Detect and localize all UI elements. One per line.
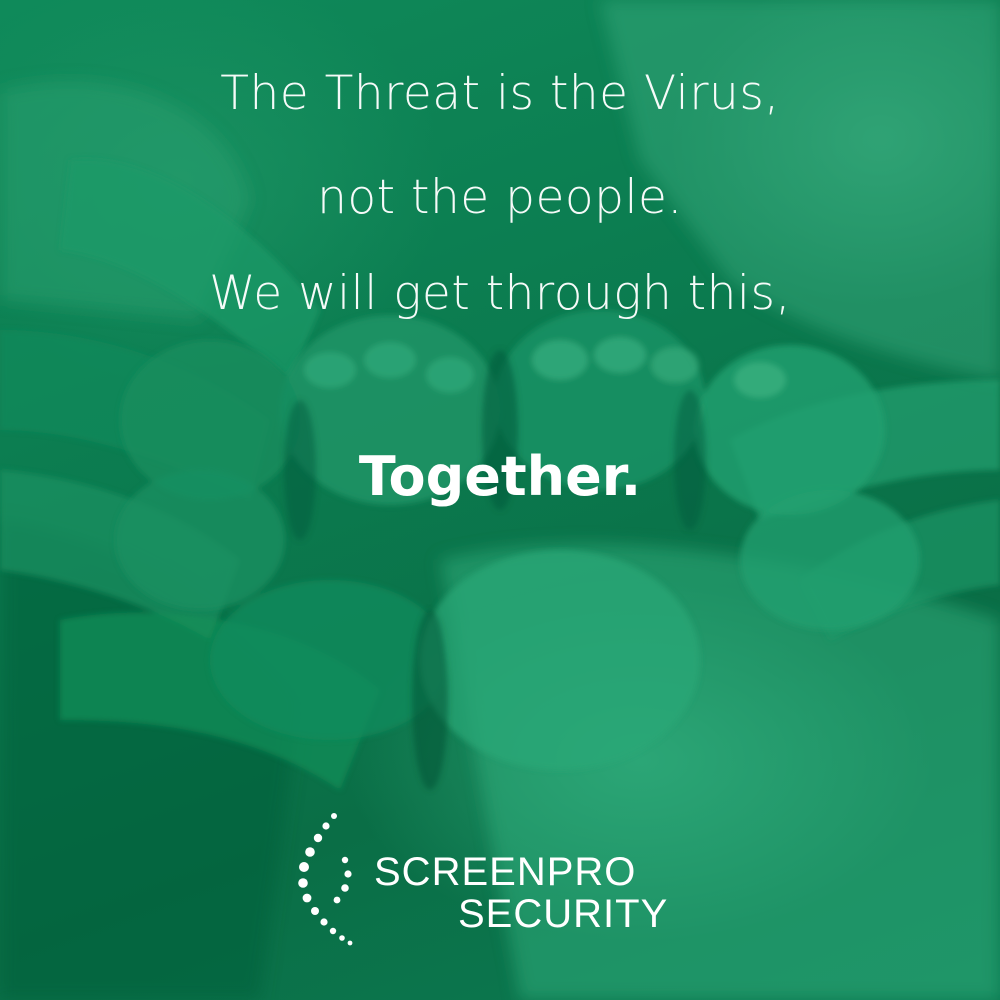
screenpro-security-logo: SCREENPRO SECURITY (290, 812, 690, 952)
message-line-2: not the people. (317, 170, 683, 225)
logo-word-security: SECURITY (458, 892, 669, 936)
headline-together: Together. (358, 445, 642, 508)
dotted-spiral-icon (298, 813, 353, 946)
logo-word-screenpro: SCREENPRO (374, 850, 637, 894)
message-line-3: We will get through this, (209, 266, 791, 321)
message-line-1: The Threat is the Virus, (220, 66, 780, 121)
poster: The Threat is the Virus, not the people.… (0, 0, 1000, 1000)
